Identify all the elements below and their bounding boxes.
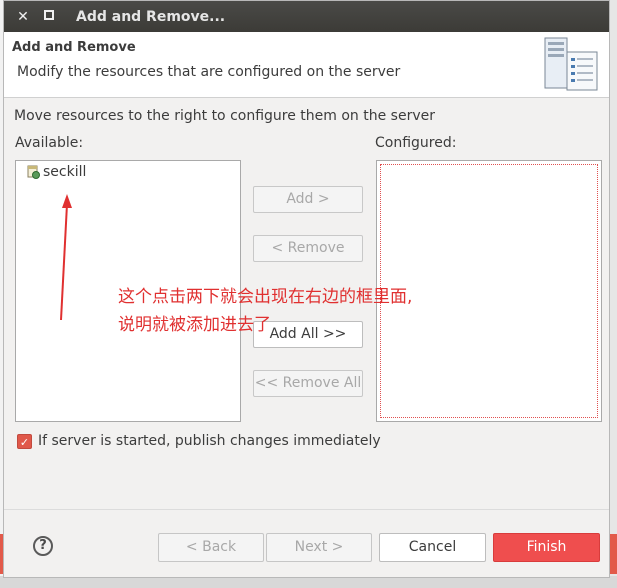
finish-button[interactable]: Finish: [493, 533, 600, 562]
list-item-label: seckill: [43, 164, 87, 180]
available-label: Available:: [15, 135, 84, 151]
maximize-icon[interactable]: [38, 9, 60, 24]
publish-checkbox-label: If server is started, publish changes im…: [38, 433, 381, 449]
cancel-button[interactable]: Cancel: [379, 533, 486, 562]
annotation-note: 这个点击两下就会出现在右边的框里面, 说明就被添加进去了: [118, 283, 518, 339]
remove-all-button[interactable]: << Remove All: [253, 370, 363, 397]
footer-divider: [4, 509, 609, 510]
server-icon: [544, 37, 598, 91]
help-icon[interactable]: ?: [33, 536, 53, 556]
dialog-header: Add and Remove Modify the resources that…: [4, 32, 609, 98]
next-button[interactable]: Next >: [266, 533, 372, 562]
window-title: Add and Remove...: [76, 8, 226, 25]
remove-button[interactable]: < Remove: [253, 235, 363, 262]
back-button[interactable]: < Back: [158, 533, 264, 562]
header-description: Modify the resources that are configured…: [17, 64, 401, 80]
publish-checkbox[interactable]: ✓: [17, 433, 32, 449]
add-button[interactable]: Add >: [253, 186, 363, 213]
header-title: Add and Remove: [12, 40, 136, 55]
publish-checkbox-row[interactable]: ✓ If server is started, publish changes …: [17, 433, 381, 449]
web-project-icon: [27, 165, 40, 179]
configured-label: Configured:: [375, 135, 457, 151]
close-icon[interactable]: ✕: [12, 9, 34, 25]
list-item[interactable]: seckill: [26, 164, 86, 180]
background-window-edge-right: [609, 0, 617, 588]
background-accent-right: [609, 534, 617, 574]
annotation-line-1: 这个点击两下就会出现在右边的框里面,: [118, 287, 413, 307]
instruction-text: Move resources to the right to configure…: [14, 108, 435, 124]
title-bar: ✕ Add and Remove...: [4, 1, 609, 32]
annotation-line-2: 说明就被添加进去了: [118, 315, 271, 335]
